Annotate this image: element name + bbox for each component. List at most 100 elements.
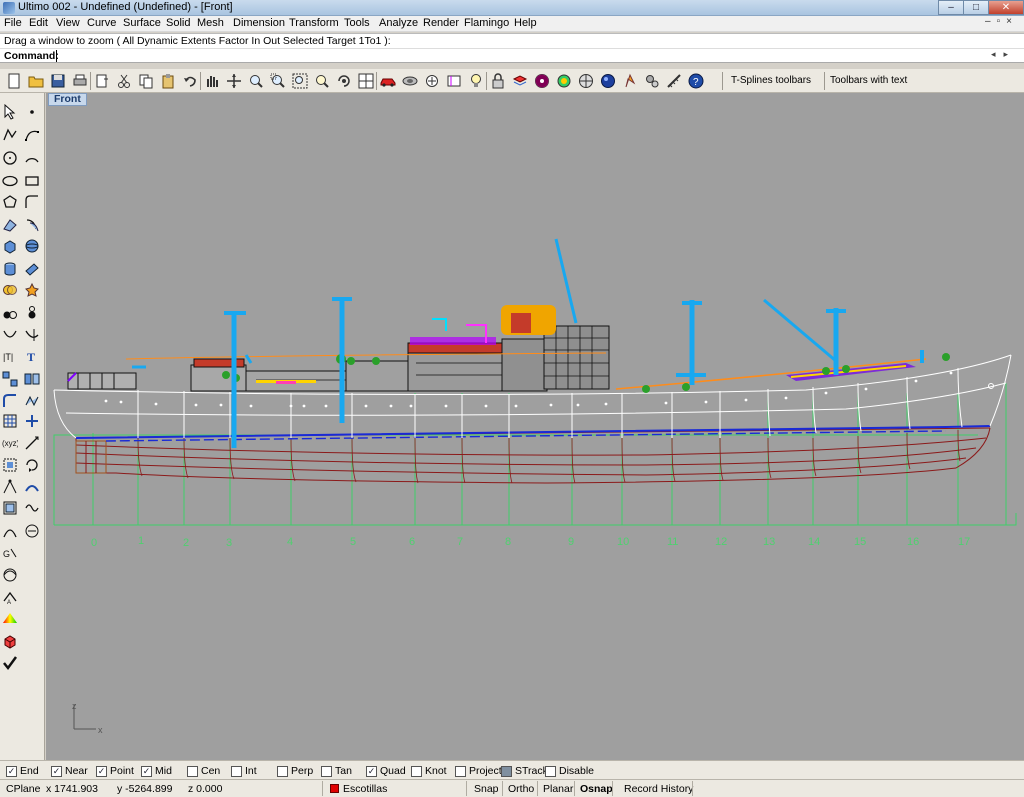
flamingo-icon[interactable] (620, 71, 640, 91)
snapshot-icon[interactable] (444, 71, 464, 91)
move-view-icon[interactable] (224, 71, 244, 91)
surface-from-curves-icon[interactable] (22, 391, 42, 411)
draft-angle-icon[interactable] (0, 631, 20, 651)
menu-surface[interactable]: Surface (123, 17, 161, 29)
rotate-view-icon[interactable] (334, 71, 354, 91)
menu-analyze[interactable]: Analyze (379, 17, 418, 29)
zoom-icon[interactable] (246, 71, 266, 91)
menu-help[interactable]: Help (514, 17, 537, 29)
surface-corner-icon[interactable] (0, 215, 20, 235)
dimension-icon[interactable]: |T| (0, 346, 20, 366)
mirror-icon[interactable] (22, 369, 42, 389)
open-file-icon[interactable] (26, 71, 46, 91)
point-icon[interactable] (22, 102, 42, 122)
current-layer[interactable]: Escotillas (343, 783, 387, 795)
curvature-graph-icon[interactable]: A (0, 587, 20, 607)
zoom-window-icon[interactable] (268, 71, 288, 91)
select-arrow-icon[interactable] (0, 102, 20, 122)
arc-icon[interactable] (22, 148, 42, 168)
split-icon[interactable] (22, 303, 42, 323)
fillet-curve-icon[interactable] (22, 192, 42, 212)
command-input[interactable] (56, 50, 976, 62)
checkbox-icon[interactable] (545, 765, 556, 777)
viewport-tab-front[interactable]: Front (48, 93, 87, 106)
text-icon[interactable]: T (22, 346, 42, 366)
osnap-project[interactable]: Project (455, 764, 502, 778)
osnap-int[interactable]: Int (231, 764, 257, 778)
trim-icon[interactable] (0, 325, 20, 345)
car-icon[interactable] (378, 71, 398, 91)
checkbox-icon[interactable]: ✓ (141, 765, 152, 777)
ellipse-icon[interactable] (0, 171, 20, 191)
menu-mesh[interactable]: Mesh (197, 17, 224, 29)
transform-icon[interactable] (22, 411, 42, 431)
settings-gears-icon[interactable] (642, 71, 662, 91)
cage-edit-icon[interactable] (0, 498, 20, 518)
rebuild-icon[interactable] (22, 521, 42, 541)
osnap-cen[interactable]: Cen (187, 764, 220, 778)
lock-icon[interactable] (488, 71, 508, 91)
mdi-restore-icon[interactable]: ▫ (997, 16, 1007, 27)
checkbox-icon[interactable] (187, 765, 198, 777)
polyline-icon[interactable] (0, 125, 20, 145)
maximize-button[interactable]: □ (963, 0, 989, 15)
close-button[interactable]: ✕ (988, 0, 1024, 15)
mdi-close-icon[interactable]: × (1006, 16, 1018, 27)
cut-icon[interactable] (114, 71, 134, 91)
zoom-extents-icon[interactable] (290, 71, 310, 91)
checkbox-icon[interactable]: ✓ (6, 765, 17, 777)
light-bulb-icon[interactable] (466, 71, 486, 91)
osnap-knot[interactable]: Knot (411, 764, 447, 778)
menu-file[interactable]: File (4, 17, 22, 29)
curve-control-points-icon[interactable] (22, 125, 42, 145)
layer-color-swatch[interactable] (330, 784, 339, 793)
osnap-mid[interactable]: ✓ Mid (141, 764, 172, 778)
grid-cage-icon[interactable] (0, 411, 20, 431)
flow-icon[interactable] (22, 477, 42, 497)
checkbox-icon[interactable] (501, 765, 512, 777)
scale-icon[interactable] (0, 455, 20, 475)
osnap-tan[interactable]: Tan (321, 764, 352, 778)
checkbox-icon[interactable] (411, 765, 422, 777)
copy-icon[interactable] (136, 71, 156, 91)
move-icon[interactable] (22, 433, 42, 453)
four-viewports-icon[interactable] (356, 71, 376, 91)
analyze-direction-icon[interactable]: G (0, 543, 20, 563)
osnap-near[interactable]: ✓ Near (51, 764, 88, 778)
osnap-disable[interactable]: Disable (545, 764, 594, 778)
checkbox-icon[interactable] (277, 765, 288, 777)
bend-icon[interactable] (0, 521, 20, 541)
group-icon[interactable] (22, 325, 42, 345)
color-wheel-icon[interactable] (532, 71, 552, 91)
grid-icon[interactable] (576, 71, 596, 91)
planar-toggle[interactable]: Planar (543, 783, 573, 795)
rectangle-icon[interactable] (22, 171, 42, 191)
mesh-plane-icon[interactable] (22, 259, 42, 279)
menu-transform[interactable]: Transform (289, 17, 339, 29)
polygon-icon[interactable] (0, 192, 20, 212)
new-file-icon[interactable] (4, 71, 24, 91)
osnap-toggle[interactable]: Osnap (580, 783, 613, 795)
sphere-icon[interactable] (22, 236, 42, 256)
checkbox-icon[interactable] (455, 765, 466, 777)
menu-flamingo[interactable]: Flamingo (464, 17, 509, 29)
orient-icon[interactable] (0, 477, 20, 497)
mdi-minimize-icon[interactable]: – (985, 16, 997, 27)
undo-icon[interactable] (180, 71, 200, 91)
render-sphere-icon[interactable] (598, 71, 618, 91)
box-icon[interactable] (0, 236, 20, 256)
material-icon[interactable] (554, 71, 574, 91)
command-scroll-arrows[interactable]: ◂▸ (991, 49, 1016, 60)
menu-curve[interactable]: Curve (87, 17, 116, 29)
menu-view[interactable]: View (56, 17, 80, 29)
circle-icon[interactable] (0, 148, 20, 168)
fillet-edge-icon[interactable] (0, 391, 20, 411)
menu-solid[interactable]: Solid (166, 17, 190, 29)
cylinder-icon[interactable] (0, 259, 20, 279)
ortho-toggle[interactable]: Ortho (508, 783, 534, 795)
menu-edit[interactable]: Edit (29, 17, 48, 29)
zebra-icon[interactable] (0, 565, 20, 585)
pipe-icon[interactable] (400, 71, 420, 91)
minimize-button[interactable]: – (938, 0, 964, 15)
checkbox-icon[interactable]: ✓ (366, 765, 377, 777)
